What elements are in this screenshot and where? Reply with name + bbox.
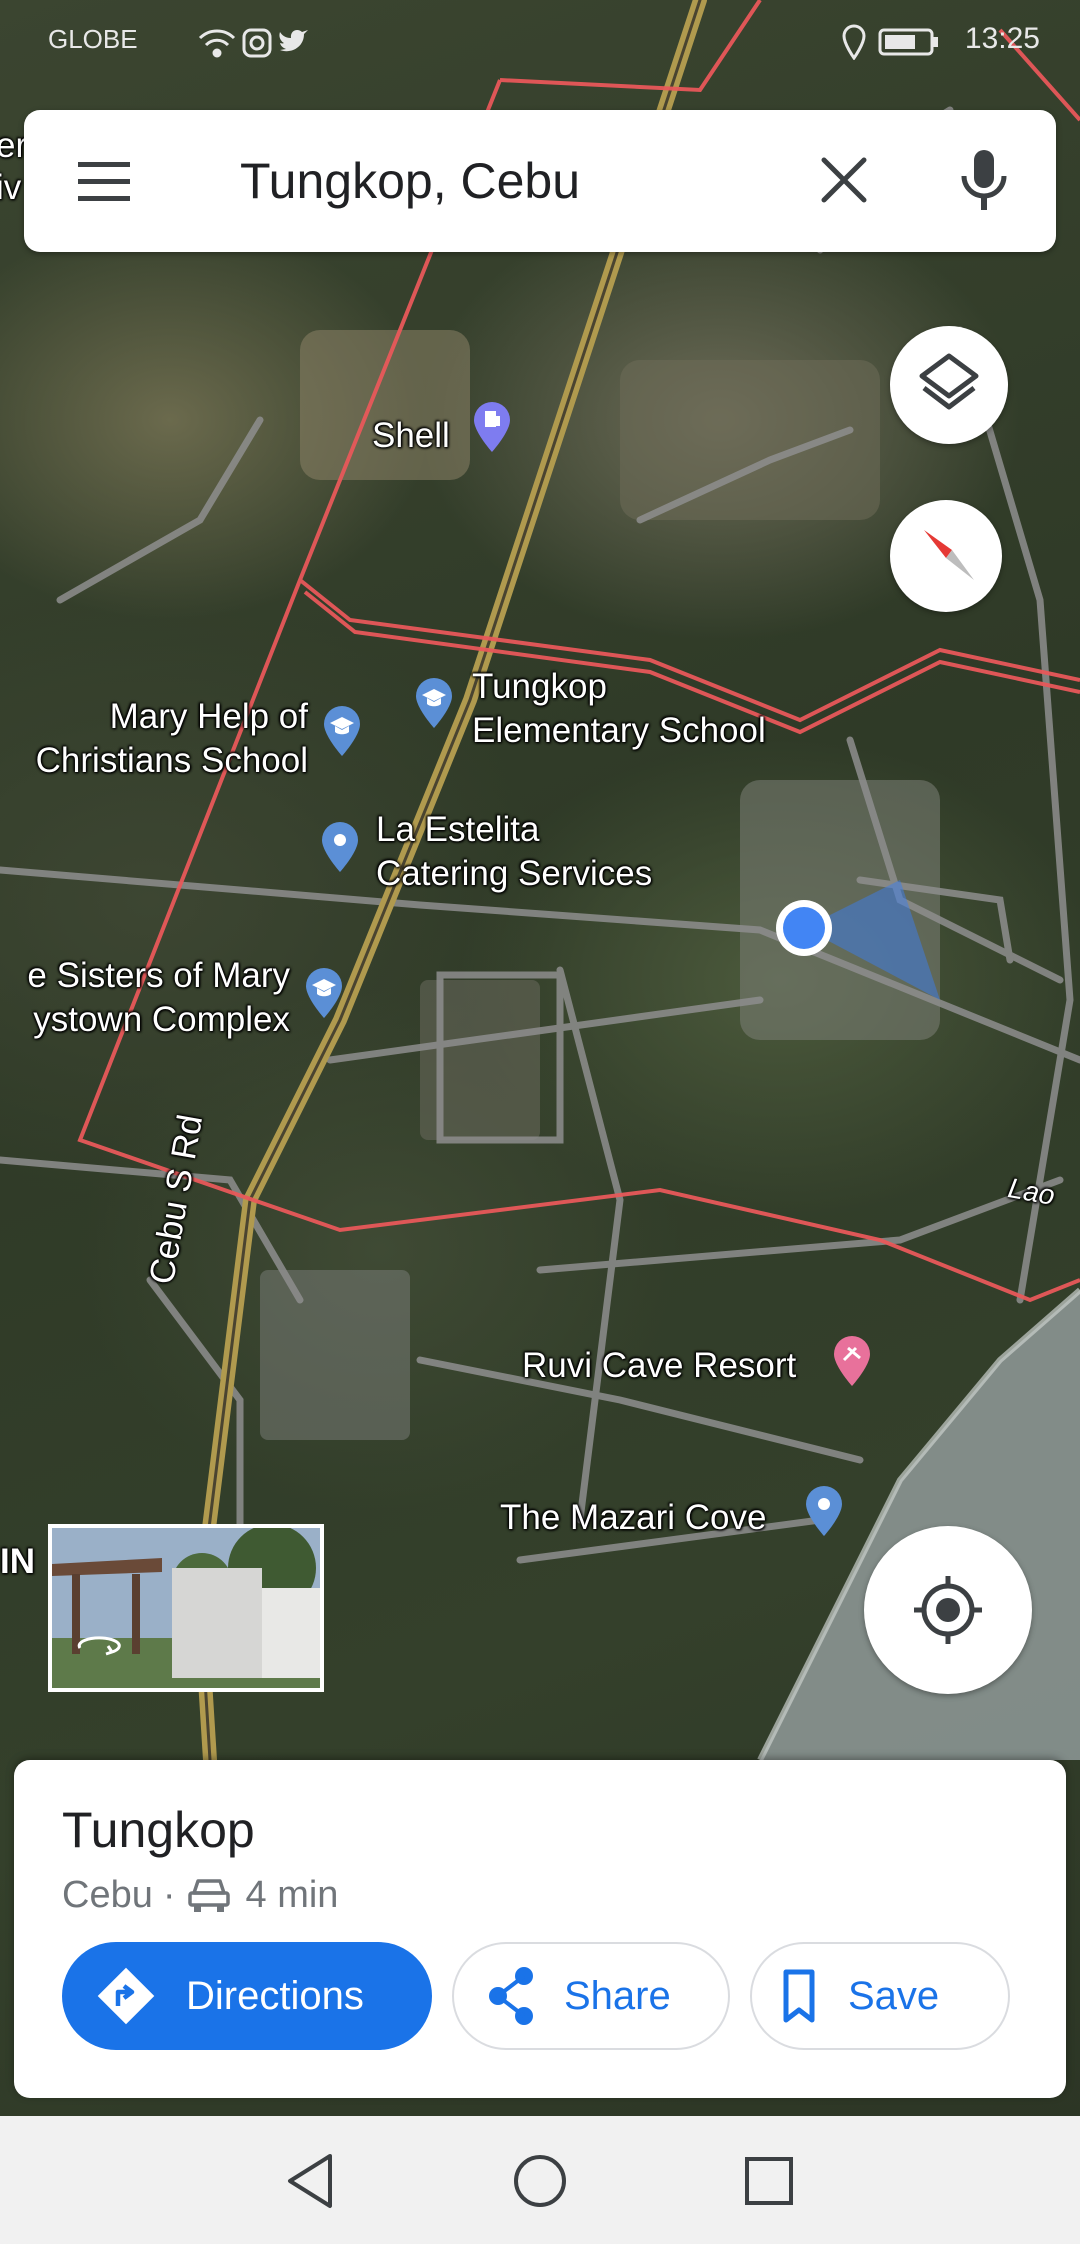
twitter-icon — [279, 30, 308, 52]
poi-label-mazari[interactable]: The Mazari Cove — [500, 1496, 766, 1540]
poi-label-line: Elementary School — [472, 711, 766, 750]
poi-label-shell[interactable]: Shell — [372, 414, 450, 458]
layers-button[interactable] — [890, 326, 1008, 444]
save-label: Save — [848, 1973, 940, 2018]
car-icon — [187, 1879, 230, 1912]
poi-label-line: Catering Services — [376, 854, 653, 893]
gas-station-pin-icon[interactable] — [470, 400, 514, 454]
status-bar: GLOBE 13:25 — [0, 0, 1080, 84]
resort-pin-icon[interactable] — [830, 1334, 874, 1388]
close-icon[interactable] — [814, 150, 874, 210]
school-pin-icon[interactable] — [320, 704, 364, 758]
compass-icon — [924, 530, 974, 580]
layers-icon — [919, 353, 979, 410]
separator: · — [162, 1874, 176, 1916]
place-pin-icon[interactable] — [318, 820, 362, 874]
poi-label-ruvi[interactable]: Ruvi Cave Resort — [522, 1344, 796, 1388]
poi-label-line: e Sisters of Mary — [27, 956, 290, 995]
place-title: Tungkop — [62, 1802, 255, 1858]
poi-label-line: Tungkop — [472, 667, 607, 706]
place-pin-icon[interactable] — [802, 1484, 846, 1538]
my-location-button[interactable] — [864, 1526, 1032, 1694]
poi-label-tungkop-school[interactable]: Tungkop Elementary School — [472, 665, 766, 753]
status-icons-left — [198, 28, 308, 58]
place-subtitle: Cebu · 4 min — [62, 1870, 338, 1920]
clock: 13:25 — [964, 22, 1040, 55]
status-icons-right — [842, 24, 938, 60]
home-icon[interactable] — [505, 2146, 575, 2216]
share-icon — [489, 1967, 533, 2025]
place-card[interactable]: Tungkop Cebu · 4 min Directions Share Sa… — [14, 1760, 1066, 2098]
area-label-in: IN — [0, 1542, 35, 1581]
travel-time: 4 min — [245, 1874, 339, 1916]
bookmark-icon — [783, 1969, 815, 2023]
my-location-icon — [914, 1576, 982, 1644]
poi-label-line: Christians School — [35, 741, 308, 780]
directions-label: Directions — [186, 1973, 364, 2018]
search-input[interactable]: Tungkop, Cebu — [240, 150, 580, 212]
location-status-icon — [842, 24, 866, 60]
poi-label-line: La Estelita — [376, 810, 540, 849]
area-label-edge-2: iv — [0, 168, 22, 207]
place-region: Cebu — [62, 1874, 153, 1916]
poi-label-line: Mary Help of — [109, 697, 308, 736]
school-pin-icon[interactable] — [412, 676, 456, 730]
save-button[interactable]: Save — [750, 1942, 1010, 2050]
back-icon[interactable] — [276, 2146, 346, 2216]
poi-label-mary-help[interactable]: Mary Help of Christians School — [8, 695, 308, 783]
menu-icon[interactable] — [76, 154, 132, 210]
system-nav-bar — [0, 2116, 1080, 2244]
mic-icon[interactable] — [954, 146, 1014, 216]
instagram-icon — [242, 28, 272, 58]
battery-icon — [878, 28, 938, 56]
directions-icon — [97, 1967, 155, 2025]
wifi-icon — [198, 29, 236, 58]
share-label: Share — [564, 1973, 671, 2018]
share-button[interactable]: Share — [452, 1942, 730, 2050]
directions-button[interactable]: Directions — [62, 1942, 432, 2050]
school-pin-icon[interactable] — [302, 966, 346, 1020]
recents-icon[interactable] — [734, 2146, 804, 2216]
street-view-thumbnail[interactable] — [48, 1524, 324, 1692]
area-label-lao: Lao — [1005, 1172, 1058, 1211]
poi-label-la-estelita[interactable]: La Estelita Catering Services — [376, 808, 652, 896]
street-view-image — [52, 1528, 320, 1688]
search-bar[interactable]: Tungkop, Cebu — [24, 110, 1056, 252]
poi-label-line: ystown Complex — [33, 1000, 290, 1039]
carrier-label: GLOBE — [48, 24, 138, 54]
poi-label-sisters-mary[interactable]: e Sisters of Mary ystown Complex — [0, 954, 290, 1042]
compass-button[interactable] — [890, 500, 1002, 612]
